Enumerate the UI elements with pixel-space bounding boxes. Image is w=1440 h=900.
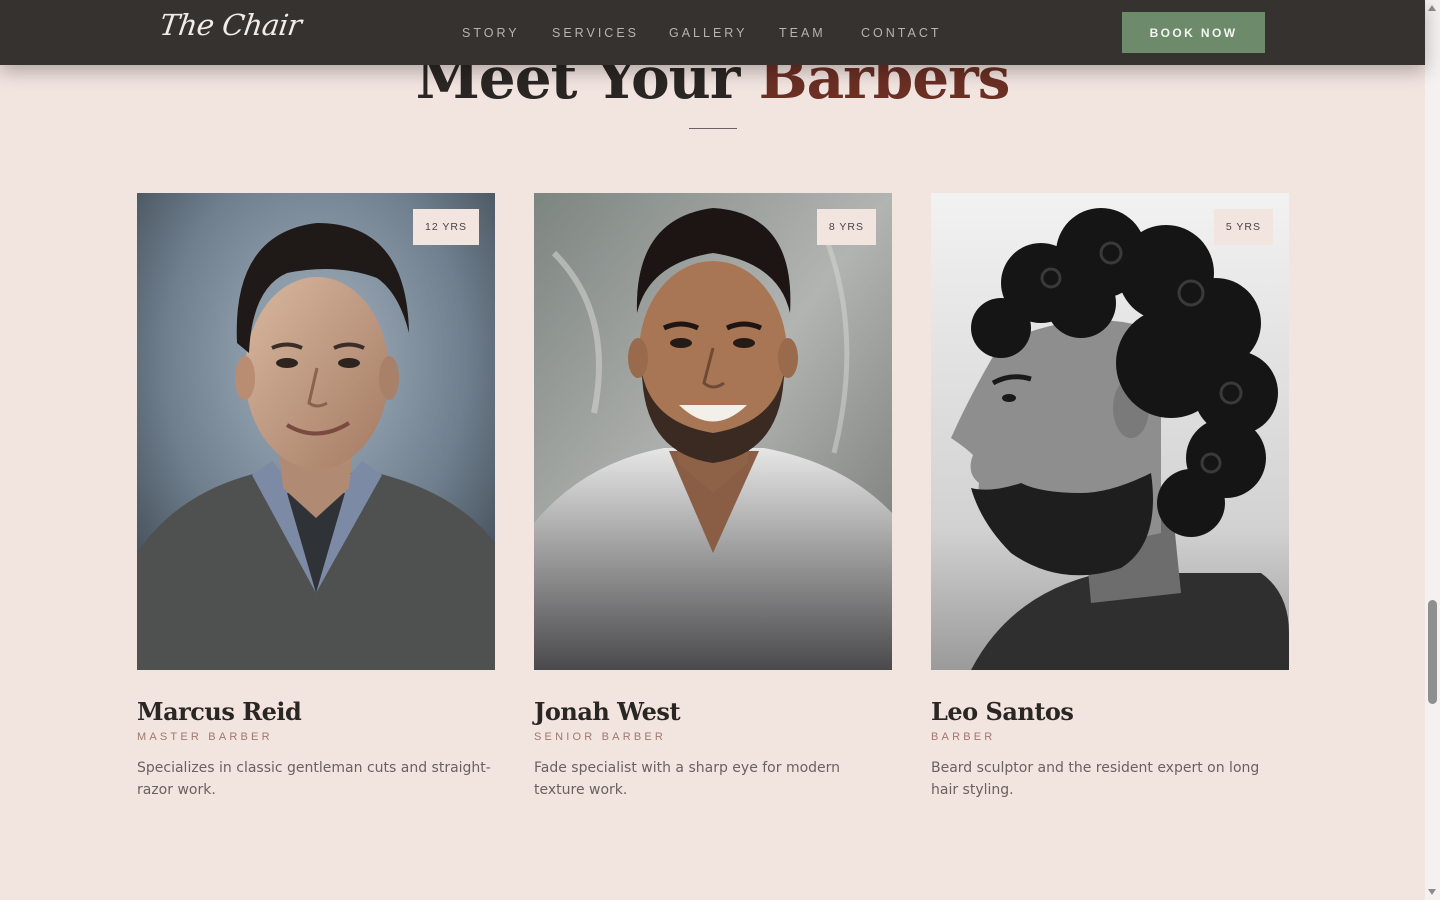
barber-name: Jonah West	[534, 697, 681, 726]
barber-photo: 5 YRS	[931, 193, 1289, 670]
portrait-marcus-image	[137, 193, 495, 670]
barber-role: MASTER BARBER	[137, 731, 273, 743]
site-header: The Chair STORY SERVICES GALLERY TEAM CO…	[0, 0, 1425, 65]
experience-badge: 8 YRS	[816, 209, 876, 245]
barber-bio: Fade specialist with a sharp eye for mod…	[534, 760, 841, 798]
barber-name: Marcus Reid	[137, 697, 302, 726]
page-scrollbar[interactable]	[1425, 0, 1440, 900]
barber-role: SENIOR BARBER	[534, 731, 667, 743]
barber-bio: Specializes in classic gentleman cuts an…	[137, 760, 491, 798]
nav-services[interactable]: SERVICES	[552, 26, 639, 40]
experience-badge: 12 YRS	[413, 209, 479, 245]
nav-contact[interactable]: CONTACT	[861, 26, 942, 40]
nav-gallery[interactable]: GALLERY	[669, 26, 747, 40]
barber-card-jonah: 8 YRS Jonah West SENIOR BARBER Fade spec…	[534, 193, 892, 801]
scroll-up-arrow-icon[interactable]	[1428, 5, 1436, 11]
portrait-leo-image	[931, 193, 1289, 670]
barber-photo: 12 YRS	[137, 193, 495, 670]
scroll-down-arrow-icon[interactable]	[1428, 889, 1436, 895]
nav-team[interactable]: TEAM	[779, 26, 826, 40]
barber-photo: 8 YRS	[534, 193, 892, 670]
portrait-jonah-image	[534, 193, 892, 670]
barber-bio: Beard sculptor and the resident expert o…	[931, 760, 1260, 798]
barber-name: Leo Santos	[931, 697, 1074, 726]
title-divider	[689, 128, 737, 129]
barber-role: BARBER	[931, 731, 996, 743]
nav-story[interactable]: STORY	[462, 26, 520, 40]
barber-card-leo: 5 YRS Leo Santos BARBER Beard sculptor a…	[931, 193, 1289, 801]
scroll-thumb[interactable]	[1428, 600, 1437, 704]
experience-badge: 5 YRS	[1213, 209, 1273, 245]
book-now-button[interactable]: BOOK NOW	[1122, 12, 1265, 53]
barber-card-marcus: 12 YRS Marcus Reid MASTER BARBER Special…	[137, 193, 495, 801]
